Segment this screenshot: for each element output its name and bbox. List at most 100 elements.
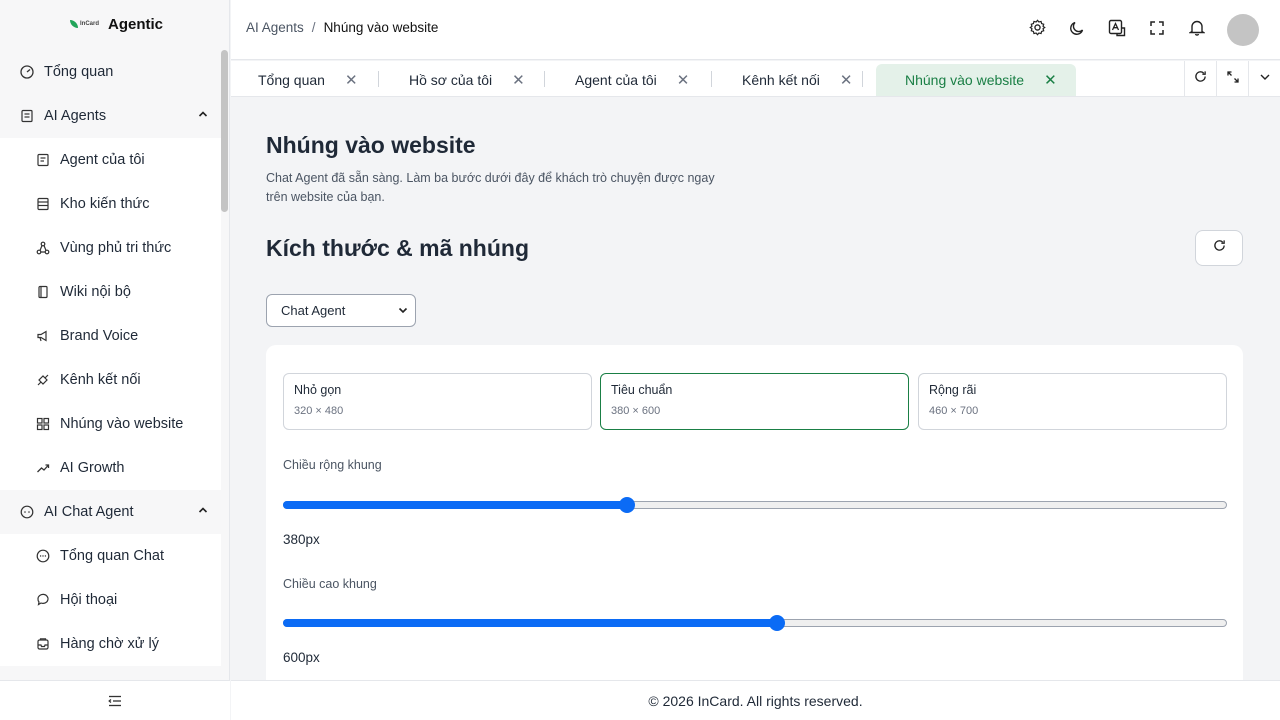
close-icon[interactable]: ✕: [840, 71, 853, 89]
agent-select[interactable]: Chat Agent: [266, 294, 416, 327]
refresh-icon: [1194, 70, 1207, 88]
sidebar-nav: Tổng quan AI Agents Agent của tôi Kho ki…: [0, 50, 221, 666]
tab-channels[interactable]: Kênh kết nối ✕: [742, 64, 852, 96]
sidebar-item-label: AI Agents: [44, 108, 107, 124]
size-option-spacious[interactable]: Rộng rãi 460 × 700: [918, 373, 1227, 430]
avatar[interactable]: [1227, 14, 1259, 46]
width-value: 380px: [283, 532, 320, 547]
gear-icon: [1028, 19, 1046, 41]
sidebar-scrollbar[interactable]: [221, 50, 228, 212]
open-tabs-bar: Tổng quan ✕ Hồ sơ của tôi ✕ Agent của tô…: [231, 61, 1280, 97]
sidebar-item-conversations[interactable]: Hội thoại: [0, 578, 221, 622]
chevron-up-icon[interactable]: [197, 504, 209, 520]
tabs-menu-button[interactable]: [1248, 61, 1280, 97]
sidebar-item-label: Tổng quan: [44, 64, 114, 80]
slider-thumb[interactable]: [618, 497, 635, 513]
refresh-button[interactable]: [1195, 230, 1243, 266]
size-option-compact[interactable]: Nhỏ gọn 320 × 480: [283, 373, 592, 430]
sidebar-item-label: Agent của tôi: [60, 152, 145, 168]
sidebar-item-knowledge-coverage[interactable]: Vùng phủ tri thức: [0, 226, 221, 270]
chevron-down-icon: [1259, 70, 1271, 88]
sidebar-item-chat-overview[interactable]: Tổng quan Chat: [0, 534, 221, 578]
trending-up-icon: [36, 461, 50, 475]
translate-button[interactable]: [1097, 10, 1137, 50]
height-value: 600px: [283, 650, 320, 665]
close-icon[interactable]: ✕: [512, 71, 525, 89]
agent-icon: [20, 109, 34, 123]
size-option-name: Tiêu chuẩn: [611, 383, 673, 397]
tab-label: Kênh kết nối: [742, 72, 820, 88]
messages-icon: [36, 593, 50, 607]
sidebar-item-label: AI Chat Agent: [44, 504, 134, 520]
sidebar-group-ai-agents[interactable]: AI Agents: [0, 94, 221, 138]
sidebar-item-label: AI Growth: [60, 460, 125, 476]
reload-tab-button[interactable]: [1184, 61, 1216, 97]
sidebar-item-label: Vùng phủ tri thức: [60, 240, 172, 256]
tab-divider: [544, 71, 545, 87]
book-icon: [36, 285, 50, 299]
main-content: Nhúng vào website Chat Agent đã sẵn sàng…: [231, 97, 1280, 680]
app-name: Agentic: [108, 15, 164, 33]
expand-icon: [1226, 70, 1239, 88]
database-icon: [36, 197, 50, 211]
sidebar-item-brand-voice[interactable]: Brand Voice: [0, 314, 221, 358]
chevron-up-icon[interactable]: [197, 108, 209, 124]
slider-fill: [283, 619, 777, 627]
fullscreen-button[interactable]: [1137, 10, 1177, 50]
sidebar-item-internal-wiki[interactable]: Wiki nội bộ: [0, 270, 221, 314]
maximize-tab-button[interactable]: [1216, 61, 1248, 97]
sidebar-item-overview[interactable]: Tổng quan: [0, 50, 221, 94]
header-actions: [1017, 0, 1280, 60]
close-icon[interactable]: ✕: [1044, 71, 1057, 89]
sidebar-item-knowledge-base[interactable]: Kho kiến thức: [0, 182, 221, 226]
agent-select-value: Chat Agent: [281, 303, 346, 318]
settings-button[interactable]: [1017, 10, 1057, 50]
collapse-menu-icon: [108, 694, 122, 708]
translate-icon: [1108, 19, 1126, 42]
breadcrumb-link[interactable]: AI Agents: [246, 20, 304, 35]
section-title: Kích thước & mã nhúng: [266, 235, 530, 261]
sidebar-group-ai-chat-agent[interactable]: AI Chat Agent: [0, 490, 221, 534]
breadcrumb-separator: /: [311, 20, 316, 35]
breadcrumb-current: Nhúng vào website: [323, 20, 439, 35]
height-slider[interactable]: [283, 615, 1227, 631]
plug-icon: [36, 373, 50, 387]
notifications-button[interactable]: [1177, 10, 1217, 50]
dark-mode-toggle[interactable]: [1057, 10, 1097, 50]
slider-thumb[interactable]: [768, 615, 785, 631]
size-option-standard[interactable]: Tiêu chuẩn 380 × 600: [600, 373, 909, 430]
logo[interactable]: InCard Agentic: [0, 0, 229, 48]
tab-overview[interactable]: Tổng quan ✕: [258, 64, 358, 96]
sidebar-item-channels[interactable]: Kênh kết nối: [0, 358, 221, 402]
collapse-sidebar-button[interactable]: [0, 680, 230, 720]
tab-embed-website[interactable]: Nhúng vào website ✕: [876, 64, 1076, 96]
close-icon[interactable]: ✕: [345, 71, 358, 89]
size-option-dims: 320 × 480: [294, 405, 344, 417]
robot-icon: [36, 153, 50, 167]
width-slider[interactable]: [283, 497, 1227, 513]
sidebar-item-ai-growth[interactable]: AI Growth: [0, 446, 221, 490]
tab-label: Hồ sơ của tôi: [409, 72, 493, 88]
chat-bot-icon: [20, 505, 34, 519]
tab-label: Tổng quan: [258, 72, 325, 88]
top-header: AI Agents / Nhúng vào website: [231, 0, 1280, 60]
sidebar-item-label: Wiki nội bộ: [60, 284, 131, 300]
sidebar-item-my-agents[interactable]: Agent của tôi: [0, 138, 221, 182]
size-option-dims: 460 × 700: [929, 405, 979, 417]
moon-icon: [1069, 20, 1085, 41]
close-icon[interactable]: ✕: [677, 71, 690, 89]
size-option-dims: 380 × 600: [611, 405, 661, 417]
tab-label: Agent của tôi: [575, 72, 657, 88]
network-icon: [36, 241, 50, 255]
chevron-down-icon: [397, 304, 409, 319]
tab-my-profile[interactable]: Hồ sơ của tôi ✕: [409, 64, 525, 96]
page-title: Nhúng vào website: [266, 132, 476, 158]
sidebar-item-queue[interactable]: Hàng chờ xử lý: [0, 622, 221, 666]
tab-my-agents[interactable]: Agent của tôi ✕: [575, 64, 689, 96]
size-option-name: Rộng rãi: [929, 383, 977, 397]
height-label: Chiều cao khung: [283, 577, 377, 591]
copyright-text: © 2026 InCard. All rights reserved.: [648, 692, 863, 709]
breadcrumb: AI Agents / Nhúng vào website: [246, 20, 438, 35]
fullscreen-icon: [1150, 20, 1164, 40]
sidebar-item-embed-website[interactable]: Nhúng vào website: [0, 402, 221, 446]
